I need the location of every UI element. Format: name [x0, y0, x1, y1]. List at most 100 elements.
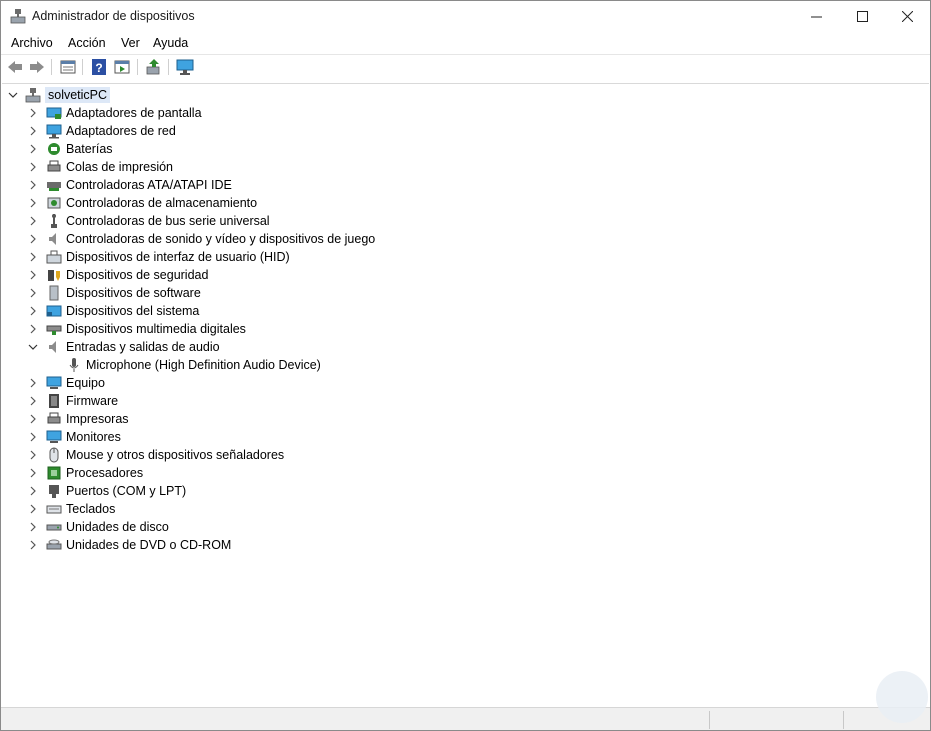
window-title: Administrador de dispositivos	[32, 9, 195, 23]
tree-item-label: Baterías	[66, 142, 113, 156]
tree-item-label: Puertos (COM y LPT)	[66, 484, 187, 498]
system-device-icon	[46, 305, 62, 317]
minimize-button[interactable]	[793, 1, 839, 32]
chevron-right-icon[interactable]	[28, 162, 38, 172]
chevron-down-icon[interactable]	[8, 90, 18, 100]
chevron-right-icon[interactable]	[28, 126, 38, 136]
multimedia-icon	[46, 325, 62, 335]
device-manager-window: Administrador de dispositivos Archivo Ac…	[0, 0, 931, 731]
battery-icon	[48, 143, 60, 155]
maximize-button[interactable]	[839, 1, 885, 32]
tree-item-label: Dispositivos de interfaz de usuario (HID…	[66, 250, 290, 264]
menu-ayuda[interactable]: Ayuda	[153, 36, 188, 50]
chevron-right-icon[interactable]	[28, 180, 38, 190]
chevron-right-icon[interactable]	[28, 486, 38, 496]
chevron-right-icon[interactable]	[28, 252, 38, 262]
tree-item-label: Impresoras	[66, 412, 129, 426]
hid-icon	[46, 250, 62, 264]
tree-item[interactable]: Monitores	[28, 428, 121, 446]
tree-item-label: Monitores	[66, 430, 121, 444]
tree-item[interactable]: Teclados	[28, 500, 115, 518]
tree-item[interactable]: Impresoras	[28, 410, 129, 428]
tree-item[interactable]: Entradas y salidas de audio	[28, 338, 220, 356]
computer-root-icon	[25, 88, 41, 103]
tree-item[interactable]: Puertos (COM y LPT)	[28, 482, 186, 500]
toolbar-separator	[51, 59, 52, 75]
tree-item[interactable]: Controladoras ATA/ATAPI IDE	[28, 176, 232, 194]
chevron-right-icon[interactable]	[28, 504, 38, 514]
tree-item[interactable]: Dispositivos del sistema	[28, 302, 199, 320]
tree-item[interactable]: Baterías	[28, 140, 113, 158]
back-icon[interactable]	[6, 58, 24, 76]
dvd-drive-icon	[46, 539, 62, 550]
tree-item[interactable]: Controladoras de bus serie universal	[28, 212, 270, 230]
network-adapter-icon	[46, 124, 62, 139]
processor-icon	[47, 466, 61, 480]
chevron-down-icon[interactable]	[28, 342, 38, 352]
title-bar[interactable]: Administrador de dispositivos	[1, 1, 930, 32]
chevron-right-icon[interactable]	[28, 522, 38, 532]
properties-icon[interactable]	[59, 58, 77, 76]
tree-item[interactable]: Firmware	[28, 392, 118, 410]
status-bar	[1, 707, 930, 730]
tree-item-label: Adaptadores de pantalla	[66, 106, 202, 120]
run-icon[interactable]	[113, 58, 131, 76]
tree-item[interactable]: Unidades de disco	[28, 518, 169, 536]
scan-hardware-icon[interactable]	[176, 58, 194, 76]
chevron-right-icon[interactable]	[28, 108, 38, 118]
chevron-right-icon[interactable]	[28, 414, 38, 424]
tree-item-label: Colas de impresión	[66, 160, 173, 174]
chevron-right-icon[interactable]	[28, 288, 38, 298]
chevron-right-icon[interactable]	[28, 234, 38, 244]
chevron-right-icon[interactable]	[28, 468, 38, 478]
tree-item-label: Dispositivos de software	[66, 286, 201, 300]
storage-controller-icon	[47, 197, 61, 209]
tree-item[interactable]: Dispositivos de interfaz de usuario (HID…	[28, 248, 290, 266]
tree-item[interactable]: Adaptadores de red	[28, 122, 176, 140]
tree-item[interactable]: Procesadores	[28, 464, 143, 482]
tree-child-item[interactable]: Microphone (High Definition Audio Device…	[66, 356, 321, 374]
chevron-right-icon[interactable]	[28, 144, 38, 154]
menu-ver[interactable]: Ver	[121, 36, 140, 50]
printer-icon	[47, 412, 61, 424]
tree-root[interactable]: solveticPC	[8, 86, 111, 104]
menu-archivo[interactable]: Archivo	[11, 36, 53, 50]
menu-accion[interactable]: Acción	[68, 36, 106, 50]
tree-item-label: Dispositivos de seguridad	[66, 268, 209, 282]
chevron-right-icon[interactable]	[28, 432, 38, 442]
chevron-right-icon[interactable]	[28, 378, 38, 388]
tree-item-label: Unidades de DVD o CD-ROM	[66, 538, 232, 552]
tree-item[interactable]: Mouse y otros dispositivos señaladores	[28, 446, 284, 464]
close-button[interactable]	[884, 1, 930, 32]
tree-item[interactable]: Dispositivos multimedia digitales	[28, 320, 246, 338]
forward-icon[interactable]	[28, 58, 46, 76]
tree-item[interactable]: Dispositivos de software	[28, 284, 201, 302]
chevron-right-icon[interactable]	[28, 306, 38, 316]
tree-item[interactable]: Colas de impresión	[28, 158, 173, 176]
chevron-right-icon[interactable]	[28, 198, 38, 208]
chevron-right-icon[interactable]	[28, 450, 38, 460]
chevron-right-icon[interactable]	[28, 324, 38, 334]
chevron-right-icon[interactable]	[28, 216, 38, 226]
tree-item-label: Controladoras ATA/ATAPI IDE	[66, 178, 232, 192]
tree-item[interactable]: Controladoras de almacenamiento	[28, 194, 257, 212]
chevron-right-icon[interactable]	[28, 270, 38, 280]
firmware-icon	[49, 394, 59, 408]
toolbar-separator	[137, 59, 138, 75]
security-icon	[48, 270, 60, 281]
chevron-right-icon[interactable]	[28, 396, 38, 406]
tree-item[interactable]: Equipo	[28, 374, 105, 392]
tree-item[interactable]: Controladoras de sonido y vídeo y dispos…	[28, 230, 375, 248]
tree-item[interactable]: Adaptadores de pantalla	[28, 104, 202, 122]
port-icon	[49, 485, 59, 498]
tree-item-label: Adaptadores de red	[66, 124, 176, 138]
tree-item-label: Controladoras de almacenamiento	[66, 196, 258, 210]
chevron-right-icon[interactable]	[28, 540, 38, 550]
update-driver-icon[interactable]	[145, 58, 163, 76]
tree-item[interactable]: Unidades de DVD o CD-ROM	[28, 536, 231, 554]
toolbar-separator	[168, 59, 169, 75]
tree-item[interactable]: Dispositivos de seguridad	[28, 266, 208, 284]
usb-icon	[51, 214, 57, 228]
help-icon[interactable]: ?	[90, 58, 108, 76]
device-tree[interactable]: solveticPC Adaptadores de pantalla Adapta…	[2, 83, 929, 704]
